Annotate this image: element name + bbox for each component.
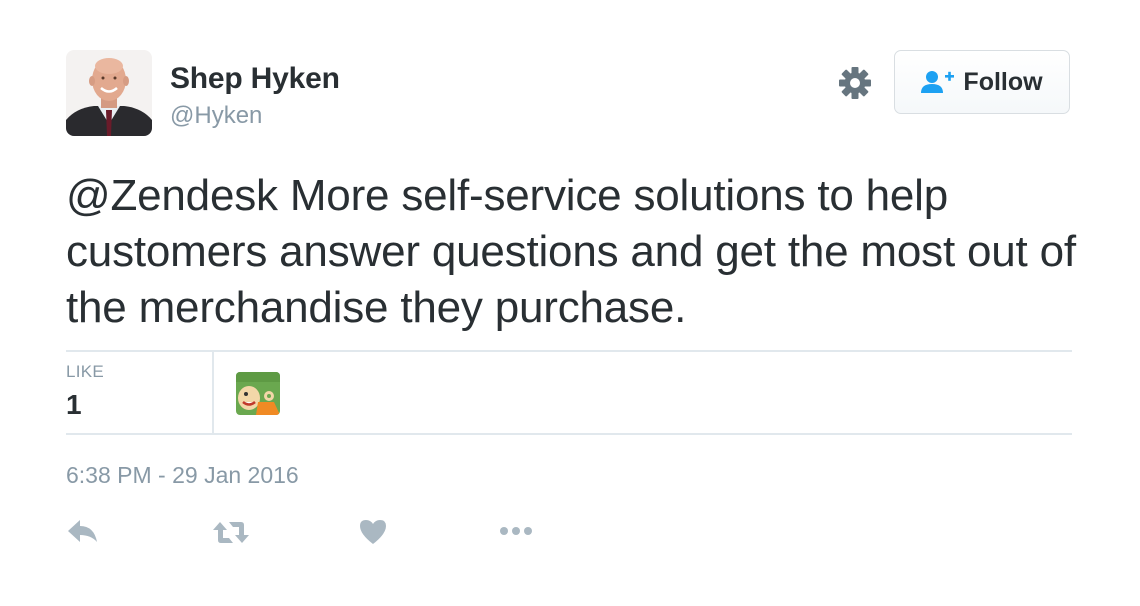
follow-button[interactable]: Follow — [894, 50, 1070, 114]
tweet-timestamp[interactable]: 6:38 PM - 29 Jan 2016 — [66, 462, 299, 489]
like-stat[interactable]: LIKE 1 — [66, 351, 214, 435]
gear-icon[interactable] — [836, 64, 874, 102]
more-icon[interactable] — [498, 512, 536, 552]
follow-user-plus-icon — [921, 69, 955, 95]
follow-label: Follow — [963, 67, 1043, 96]
mention-link[interactable]: @Zendesk — [66, 171, 278, 220]
liker-avatar[interactable] — [236, 372, 280, 415]
tweet-stats: LIKE 1 — [66, 351, 1072, 435]
reply-icon[interactable] — [66, 512, 100, 552]
heart-icon[interactable] — [358, 512, 388, 552]
like-count: 1 — [66, 389, 82, 420]
like-label: LIKE — [66, 362, 105, 381]
author-name[interactable]: Shep Hyken — [170, 62, 340, 96]
tweet-text: @Zendesk More self-service solutions to … — [66, 168, 1076, 336]
retweet-icon[interactable] — [212, 512, 250, 552]
author-handle[interactable]: @Hyken — [170, 102, 262, 130]
tweet-card: Shep Hyken @Hyken Follow @Zendesk More s… — [0, 0, 1140, 606]
author-avatar[interactable] — [66, 50, 152, 136]
divider — [66, 433, 1072, 435]
